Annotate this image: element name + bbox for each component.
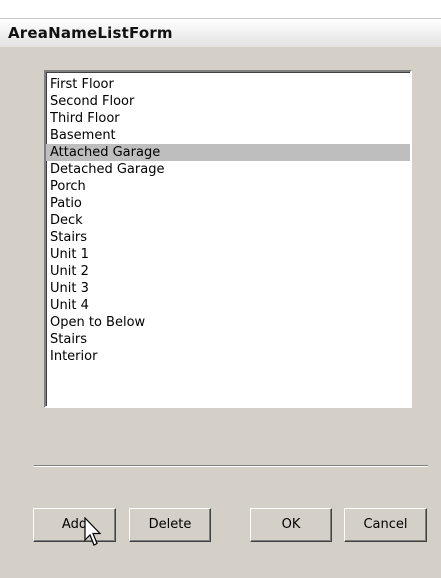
list-item[interactable]: Unit 1 <box>46 246 410 263</box>
area-name-listbox[interactable]: First Floor Second Floor Third Floor Bas… <box>44 70 412 408</box>
ok-button[interactable]: OK <box>250 508 332 542</box>
list-item[interactable]: Second Floor <box>46 93 410 110</box>
window-title: AreaNameListForm <box>8 24 173 42</box>
list-item[interactable]: Open to Below <box>46 314 410 331</box>
list-item[interactable]: Basement <box>46 127 410 144</box>
list-item[interactable]: Stairs <box>46 229 410 246</box>
list-item[interactable]: Unit 2 <box>46 263 410 280</box>
list-item[interactable]: Stairs <box>46 331 410 348</box>
list-item[interactable]: Porch <box>46 178 410 195</box>
cancel-button[interactable]: Cancel <box>344 508 427 542</box>
list-item[interactable]: Unit 4 <box>46 297 410 314</box>
list-item[interactable]: Third Floor <box>46 110 410 127</box>
dialog-client-area: First Floor Second Floor Third Floor Bas… <box>0 47 441 578</box>
title-bar[interactable]: AreaNameListForm <box>0 18 441 48</box>
area-name-list: First Floor Second Floor Third Floor Bas… <box>46 72 410 365</box>
arrow-pointer-icon <box>84 517 102 546</box>
list-item[interactable]: Deck <box>46 212 410 229</box>
horizontal-separator <box>34 465 428 467</box>
delete-button[interactable]: Delete <box>129 508 211 542</box>
list-item[interactable]: Unit 3 <box>46 280 410 297</box>
list-item[interactable]: Detached Garage <box>46 161 410 178</box>
list-item[interactable]: First Floor <box>46 76 410 93</box>
list-item[interactable]: Attached Garage <box>46 144 410 161</box>
list-item[interactable]: Patio <box>46 195 410 212</box>
area-name-list-form-window: AreaNameListForm First Floor Second Floo… <box>0 0 441 578</box>
list-item[interactable]: Interior <box>46 348 410 365</box>
